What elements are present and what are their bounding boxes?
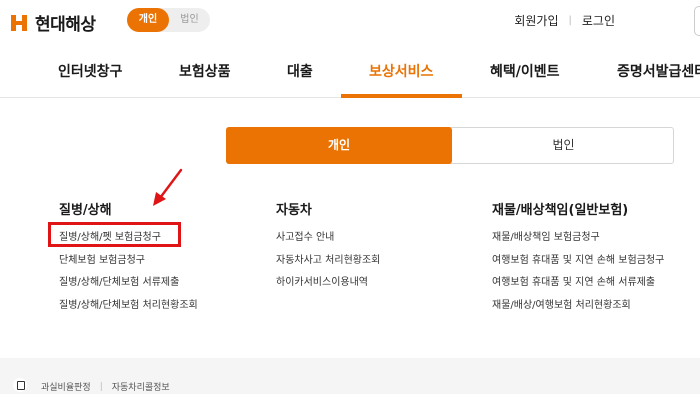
nav-item-loan[interactable]: 대출 [287,61,313,81]
nav-item-insurance-products[interactable]: 보험상품 [179,61,231,81]
nav-item-claims-service[interactable]: 보상서비스 [369,61,433,81]
link-claim-status[interactable]: 질병/상해/단체보험 처리현황조회 [59,300,198,323]
main-navigation: 인터넷창구 보험상품 대출 보상서비스 혜택/이벤트 증명서발급센터 [0,42,700,98]
link-document-submit[interactable]: 질병/상해/단체보험 서류제출 [59,277,198,300]
login-link[interactable]: 로그인 [582,12,615,29]
utility-divider: | [568,15,572,26]
side-widget-edge[interactable] [694,6,700,36]
brand-logo-icon [11,14,27,31]
toggle-corporate[interactable]: 법인 [169,8,210,32]
join-link[interactable]: 회원가입 [514,12,558,29]
footer: 과실비율판정 | 자동차리콜정보 [0,358,700,394]
logo[interactable]: 현대해상 [9,10,96,35]
link-travel-document-submit[interactable]: 여행보험 휴대품 및 지연 손해 서류제출 [492,277,664,300]
highlight-box [48,222,181,247]
top-bar: 현대해상 개인 법인 회원가입 | 로그인 [0,0,700,42]
link-hicar-history[interactable]: 하이카서비스이용내역 [276,277,380,300]
link-travel-claim[interactable]: 여행보험 휴대품 및 지연 손해 보험금청구 [492,255,664,278]
nav-item-benefits-events[interactable]: 혜택/이벤트 [490,61,560,81]
nav-item-certificate-center[interactable]: 증명서발급센터 [617,61,700,81]
document-icon [13,378,27,392]
brand-name: 현대해상 [35,15,96,35]
nav-item-internet-window[interactable]: 인터넷창구 [58,61,122,81]
active-nav-underline [341,94,462,98]
link-property-claim[interactable]: 재물/배상책임 보험금청구 [492,232,664,255]
menu-column-illness-injury: 질병/상해 질병/상해/펫 보험금청구 단체보험 보험금청구 질병/상해/단체보… [59,199,198,322]
footer-link-fault-ratio[interactable]: 과실비율판정 [41,380,91,393]
customer-type-toggle[interactable]: 개인 법인 [127,8,210,32]
customer-type-tabs: 개인 법인 [226,127,674,164]
toggle-personal[interactable]: 개인 [127,8,169,32]
link-property-claim-status[interactable]: 재물/배상/여행보험 처리현황조회 [492,300,664,323]
column-title: 자동차 [276,203,312,218]
column-title: 재물/배상책임(일반보험) [492,203,629,218]
menu-column-property-liability: 재물/배상책임(일반보험) 재물/배상책임 보험금청구 여행보험 휴대품 및 지… [492,199,664,322]
link-auto-claim-status[interactable]: 자동차사고 처리현황조회 [276,255,380,278]
tab-corporate[interactable]: 법인 [453,128,674,163]
utility-menu: 회원가입 | 로그인 [514,12,615,29]
link-group-claim[interactable]: 단체보험 보험금청구 [59,255,198,278]
link-accident-report[interactable]: 사고접수 안내 [276,232,380,255]
tab-personal[interactable]: 개인 [226,127,452,164]
pointer-arrow-icon [153,168,183,206]
footer-links: 과실비율판정 | 자동차리콜정보 [41,380,170,394]
footer-divider: | [99,381,103,392]
footer-link-car-recall[interactable]: 자동차리콜정보 [112,380,170,393]
menu-column-auto: 자동차 사고접수 안내 자동차사고 처리현황조회 하이카서비스이용내역 [276,199,380,300]
